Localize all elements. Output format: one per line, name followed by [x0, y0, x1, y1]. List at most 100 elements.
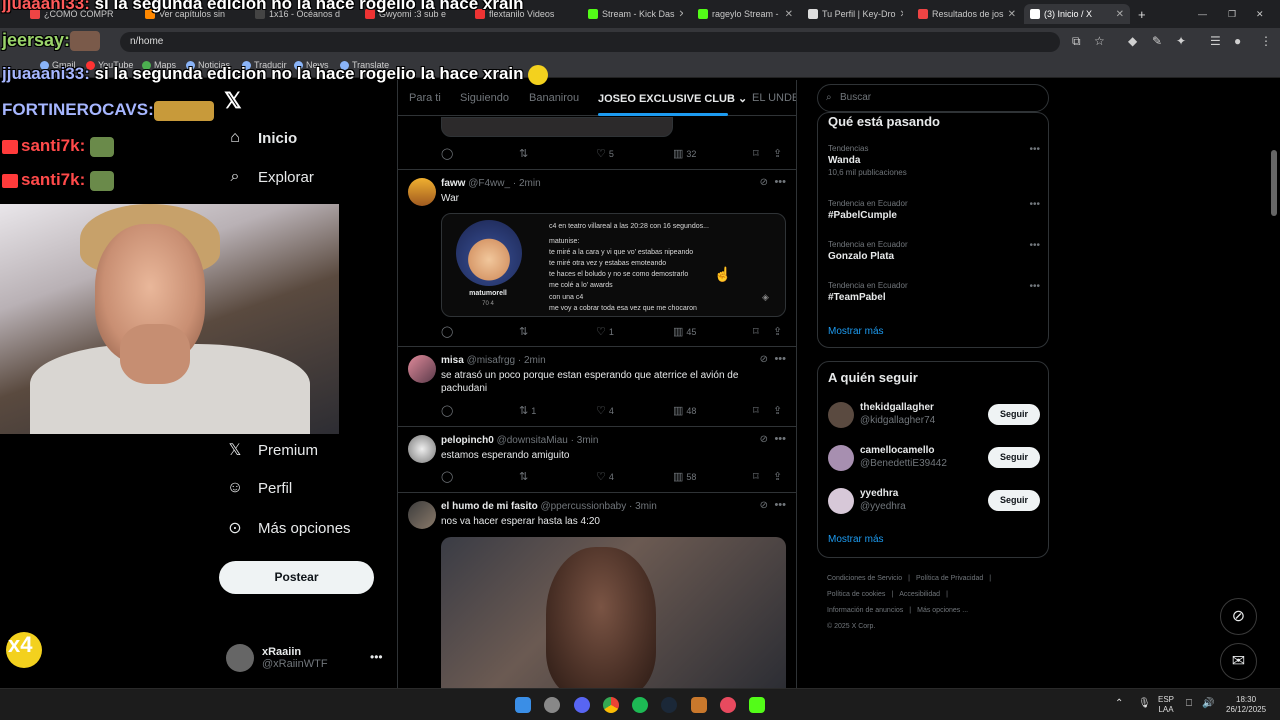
show-more-link[interactable]: Mostrar más	[828, 534, 884, 545]
close-icon[interactable]: ✕	[679, 9, 683, 20]
browser-tab[interactable]: Tu Perfil | Key-Dro ✕	[808, 4, 903, 24]
tweet-author-name[interactable]: pelopinch0	[441, 435, 494, 446]
clock[interactable]: 18:30 26/12/2025	[1226, 695, 1266, 715]
extension-icon[interactable]: ✎	[1152, 34, 1162, 48]
like-button[interactable]: ♡ 5	[596, 147, 614, 160]
windows-start-icon[interactable]	[515, 697, 531, 713]
tweet-image[interactable]: matumorell 70 4 c4 en teatro villareal a…	[441, 213, 786, 317]
steam-icon[interactable]	[661, 697, 677, 713]
bookmark-button[interactable]: ⌑	[753, 404, 759, 417]
tweet[interactable]: faww @F4ww_ · 2min ⊘ ••• War matumorell …	[398, 170, 796, 347]
tab-bananirou[interactable]: Bananirou	[529, 92, 579, 104]
share-button[interactable]: ⇪	[773, 147, 782, 160]
share-button[interactable]: ⇪	[773, 325, 782, 338]
avatar[interactable]	[408, 435, 436, 463]
sidebar-item-perfil[interactable]: ☺ Perfil	[226, 479, 292, 497]
grok-icon[interactable]: ⊘	[760, 177, 768, 188]
browser-tab[interactable]: rageylo Stream - ✕	[698, 4, 793, 24]
tab-joseo-exclusive-club[interactable]: JOSEO EXCLUSIVE CLUB ⌄	[598, 92, 747, 105]
profile-avatar-icon[interactable]: ●	[1234, 34, 1241, 48]
retweet-button[interactable]: ⇅	[519, 147, 528, 160]
trend-item[interactable]: Tendencia en Ecuador #TeamPabel •••	[828, 281, 1040, 303]
tweet-time[interactable]: · 2min	[518, 355, 546, 366]
follow-button[interactable]: Seguir	[988, 447, 1040, 468]
close-icon[interactable]: ✕	[900, 9, 903, 20]
trend-item[interactable]: Tendencia en Ecuador #PabelCumple •••	[828, 199, 1040, 221]
scrollbar[interactable]	[1271, 150, 1277, 216]
avatar[interactable]	[408, 355, 436, 383]
x-logo-icon[interactable]: 𝕏	[224, 88, 242, 114]
close-window-button[interactable]: ✕	[1256, 4, 1270, 24]
more-icon[interactable]: •••	[774, 176, 786, 188]
more-icon[interactable]: •••	[774, 499, 786, 511]
more-icon[interactable]: •••	[1029, 281, 1040, 292]
tab-el-under[interactable]: EL UNDER	[752, 92, 796, 104]
browser-menu-icon[interactable]: ⋮	[1260, 34, 1272, 48]
search-input[interactable]: ⌕ Buscar	[817, 84, 1049, 112]
sidebar-item-mas-opciones[interactable]: ⊙ Más opciones	[226, 518, 350, 538]
share-button[interactable]: ⇪	[773, 470, 782, 483]
account-switcher[interactable]: xRaaiin @xRaiinWTF	[226, 644, 328, 672]
views-button[interactable]: ▥ 48	[673, 404, 696, 417]
reply-button[interactable]: ◯	[441, 470, 453, 483]
sidebar-item-premium[interactable]: 𝕏 Premium	[226, 440, 318, 460]
avatar[interactable]	[408, 178, 436, 206]
tweet-video[interactable]	[441, 537, 786, 688]
tweet-media[interactable]	[441, 117, 673, 137]
follow-suggestion[interactable]: thekidgallagher @kidgallagher74 Seguir	[828, 400, 1040, 430]
footer-link[interactable]: Información de anuncios	[827, 607, 903, 614]
maximize-button[interactable]: ❐	[1228, 4, 1242, 24]
more-icon[interactable]: •••	[1029, 144, 1040, 155]
microphone-icon[interactable]: 🎙	[1138, 699, 1151, 709]
grok-fab-button[interactable]: ⊘	[1220, 598, 1257, 635]
footer-link[interactable]: Más opciones ...	[917, 607, 968, 614]
like-button[interactable]: ♡ 4	[596, 404, 614, 417]
retweet-button[interactable]: ⇅ 1	[519, 404, 536, 417]
extension-icon[interactable]: ◆	[1128, 34, 1137, 48]
reply-button[interactable]: ◯	[441, 325, 453, 338]
more-icon[interactable]: •••	[1029, 199, 1040, 210]
post-button[interactable]: Postear	[219, 561, 374, 594]
tweet[interactable]: ◯ ⇅ ♡ 5 ▥ 32 ⌑ ⇪	[398, 117, 796, 170]
network-icon[interactable]: ⎕	[1186, 699, 1192, 709]
grok-icon[interactable]: ⊘	[760, 500, 768, 511]
views-button[interactable]: ▥ 45	[673, 325, 696, 338]
browser-tab[interactable]: Resultados de jos ✕	[918, 4, 1016, 24]
volume-icon[interactable]: 🔊	[1202, 699, 1214, 709]
bookmark-star-icon[interactable]: ☆	[1094, 34, 1105, 48]
app-icon[interactable]	[720, 697, 736, 713]
more-icon[interactable]: •••	[370, 650, 383, 664]
tweet[interactable]: pelopinch0 @downsitaMiau · 3min ⊘ ••• es…	[398, 427, 796, 493]
tweet-time[interactable]: · 3min	[629, 501, 657, 512]
spotify-icon[interactable]	[632, 697, 648, 713]
footer-link[interactable]: Política de Privacidad	[916, 575, 983, 582]
close-icon[interactable]: ✕	[1116, 9, 1124, 20]
follow-suggestion[interactable]: camellocamello @BenedettiE39442 Seguir	[828, 443, 1040, 473]
tweet[interactable]: misa @misafrgg · 2min ⊘ ••• se atrasó un…	[398, 347, 796, 427]
bookmark-button[interactable]: ⌑	[753, 147, 759, 160]
tweet-time[interactable]: · 2min	[513, 178, 541, 189]
new-tab-button[interactable]: +	[1138, 4, 1152, 24]
avatar[interactable]	[408, 501, 436, 529]
minimize-button[interactable]: —	[1198, 4, 1212, 24]
url-input[interactable]: n/home	[120, 32, 1060, 52]
app-icon[interactable]	[544, 697, 560, 713]
share-button[interactable]: ⇪	[773, 404, 782, 417]
language-indicator[interactable]: ESP LAA	[1158, 695, 1174, 715]
footer-link[interactable]: Política de cookies	[827, 591, 885, 598]
discord-icon[interactable]	[574, 697, 590, 713]
tab-para-ti[interactable]: Para ti	[409, 92, 441, 104]
grok-icon[interactable]: ⊘	[760, 354, 768, 365]
footer-link[interactable]: Condiciones de Servicio	[827, 575, 902, 582]
tweet-author-handle[interactable]: @downsitaMiau	[497, 435, 568, 446]
trend-item[interactable]: Tendencias Wanda 10,6 mil publicaciones …	[828, 144, 1040, 177]
tweet-author-handle[interactable]: @F4ww_	[468, 178, 510, 189]
tweet-time[interactable]: · 3min	[571, 435, 599, 446]
follow-button[interactable]: Seguir	[988, 404, 1040, 425]
reply-button[interactable]: ◯	[441, 147, 453, 160]
views-button[interactable]: ▥ 58	[673, 470, 696, 483]
bookmark-button[interactable]: ⌑	[753, 470, 759, 483]
tab-search-icon[interactable]: ☰	[1210, 34, 1221, 48]
more-icon[interactable]: •••	[1029, 240, 1040, 251]
kick-icon[interactable]	[749, 697, 765, 713]
